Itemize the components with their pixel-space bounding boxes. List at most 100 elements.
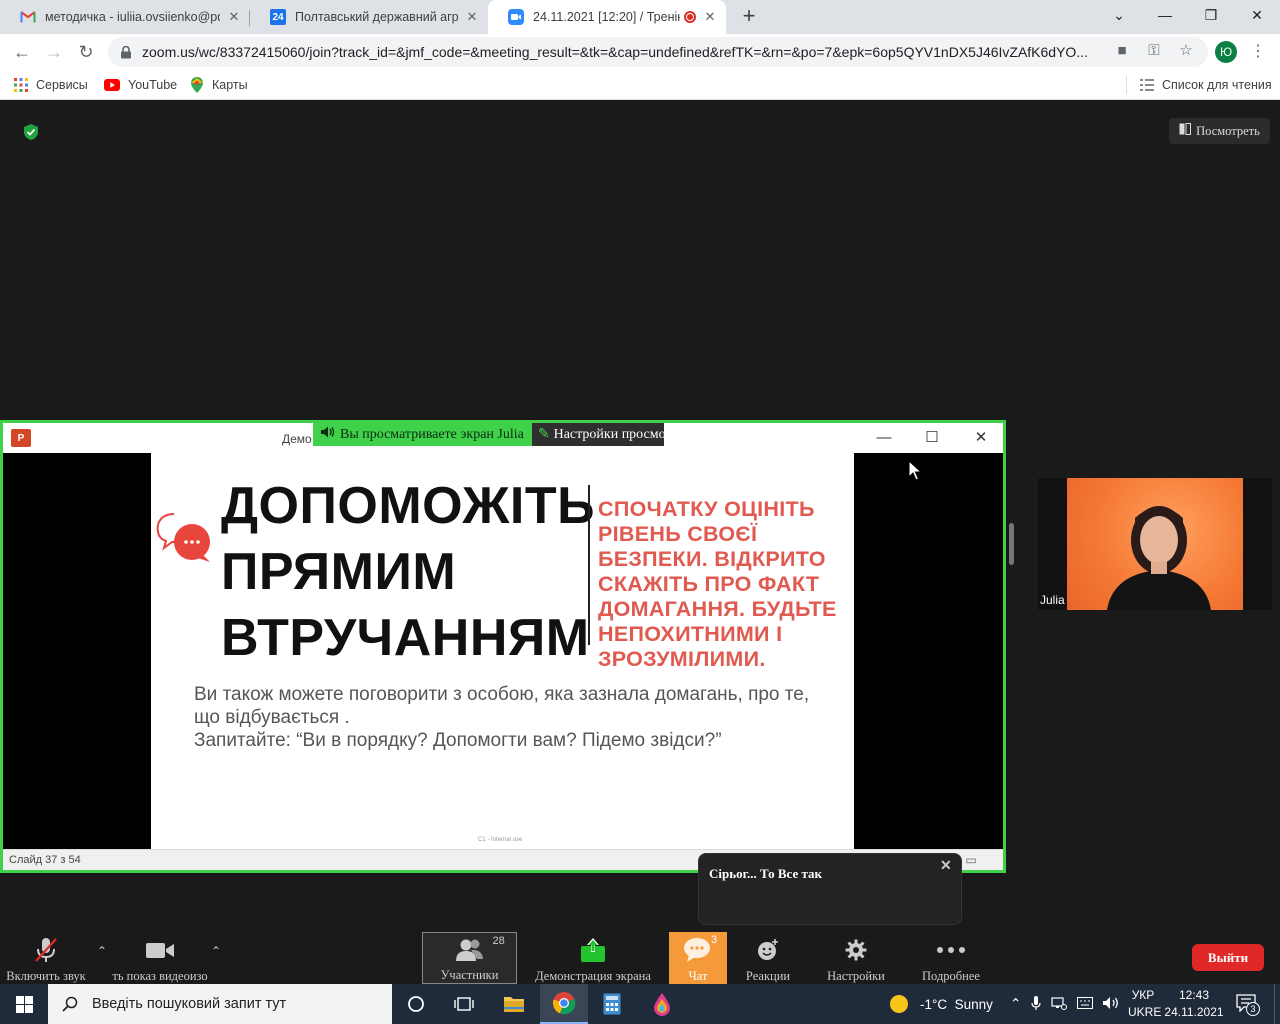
viewing-screen-indicator: Вы просматриваете экран Julia (313, 423, 532, 446)
close-icon[interactable]: ✕ (464, 9, 480, 25)
speaker-icon (321, 426, 335, 443)
show-desktop-strip[interactable] (1274, 984, 1280, 1024)
participants-label: Участники (440, 968, 499, 982)
reload-button[interactable]: ↻ (73, 39, 99, 65)
bookmark-youtube[interactable]: YouTube (104, 76, 177, 94)
powerpoint-icon: P (11, 429, 31, 447)
ppt-document-title: Демо (282, 432, 312, 446)
recording-icon (684, 11, 696, 23)
view-options-button[interactable]: ✎ Настройки просмотра (531, 423, 664, 446)
reading-list-button[interactable]: Список для чтения (1140, 76, 1272, 94)
tab-university[interactable]: 24 Полтавський державний аграр ✕ (250, 0, 488, 34)
participant-name: Julia (1040, 593, 1065, 607)
task-view-icon[interactable] (440, 984, 488, 1024)
leave-meeting-button[interactable]: Выйти (1192, 944, 1264, 971)
ppt-close-button: ✕ (974, 429, 988, 446)
slideshow-icon: ▭ (965, 853, 977, 867)
close-icon[interactable]: ✕ (702, 9, 718, 25)
chrome-taskbar-icon[interactable] (540, 984, 588, 1024)
reading-list-label: Список для чтения (1162, 78, 1272, 92)
key-icon[interactable]: ⚿ (1144, 40, 1164, 60)
audio-options-caret-icon[interactable]: ⌃ (95, 944, 109, 958)
chat-notification[interactable]: Сірьог... То Все так ✕ (698, 853, 962, 925)
system-clock[interactable]: 12:43 24.11.2021 (1162, 987, 1226, 1021)
chat-unread-count: 3 (711, 934, 718, 946)
participant-video-tile[interactable]: Julia (1038, 478, 1272, 610)
reactions-button[interactable]: Реакции (740, 932, 796, 984)
video-options-caret-icon[interactable]: ⌃ (209, 944, 223, 958)
tab-title: методичка - iuliia.ovsiienko@pd (45, 10, 220, 24)
file-explorer-icon[interactable] (490, 984, 538, 1024)
chat-notification-message: Сірьог... То Все так (709, 866, 823, 881)
participants-count: 28 (492, 935, 505, 947)
windows-start-button[interactable] (0, 984, 48, 1024)
settings-label: Настройки (827, 969, 885, 983)
slide-body-text: Ви також можете поговорити з особою, яка… (194, 683, 834, 752)
chevron-up-icon[interactable]: ⌃ (1010, 996, 1021, 1012)
share-screen-label: Демонстрация экрана (535, 969, 651, 983)
unmute-button[interactable]: Включить звук (4, 932, 88, 984)
keyboard-layout-icon[interactable] (1077, 996, 1094, 1012)
close-icon[interactable]: ✕ (940, 858, 952, 875)
address-bar[interactable]: zoom.us/wc/83372415060/join?track_id=&jm… (108, 37, 1208, 67)
slide-body-line: Ви також можете поговорити з особою, яка… (194, 684, 810, 728)
notification-count: 3 (1246, 1002, 1260, 1016)
url-text: zoom.us/wc/83372415060/join?track_id=&jm… (142, 44, 1088, 60)
view-layout-icon (1179, 123, 1192, 139)
tab-gmail[interactable]: методичка - iuliia.ovsiienko@pd ✕ (0, 0, 250, 34)
shared-screen: P Демо — ☐ ✕ Вы просматриваете экран Jul… (0, 420, 1006, 873)
close-icon[interactable]: ✕ (226, 9, 242, 25)
participants-button[interactable]: 28 Участники (422, 932, 517, 984)
slide-divider (588, 485, 590, 645)
forward-button[interactable]: → (41, 39, 67, 65)
keyboard-code: UKRE (1128, 1005, 1162, 1019)
close-window-button[interactable]: ✕ (1234, 0, 1280, 30)
paint-drop-icon[interactable] (638, 984, 686, 1024)
weather-widget[interactable]: -1°C Sunny (890, 984, 993, 1024)
minimize-button[interactable]: — (1142, 0, 1188, 30)
sun-icon (890, 995, 908, 1013)
gear-icon (845, 936, 867, 964)
volume-icon[interactable] (1103, 996, 1121, 1013)
back-button[interactable]: ← (9, 39, 35, 65)
slide-footer: C1 - Internal use (478, 837, 523, 843)
notifications-button[interactable]: 3 (1236, 994, 1260, 1016)
start-video-button[interactable]: ть показ видеоизо (112, 932, 208, 984)
browser-toolbar: ← → ↻ zoom.us/wc/83372415060/join?track_… (0, 34, 1280, 70)
lock-icon (120, 45, 132, 59)
share-banner: Вы просматриваете экран Julia ✎ Настройк… (313, 423, 664, 446)
profile-avatar[interactable]: Ю (1215, 41, 1237, 63)
view-button[interactable]: Посмотреть (1169, 118, 1270, 144)
start-video-label: ть показ видеоизо (112, 969, 208, 983)
menu-icon[interactable]: ⋮ (1250, 40, 1266, 64)
settings-button[interactable]: Настройки (822, 932, 890, 984)
shield-icon[interactable] (22, 123, 40, 141)
bookmark-maps[interactable]: Карты (190, 76, 248, 94)
share-screen-button[interactable]: Демонстрация экрана (534, 932, 652, 984)
chevron-down-icon[interactable]: ⌄ (1096, 0, 1142, 30)
bookmark-apps[interactable]: Сервисы (14, 76, 88, 94)
restore-button[interactable]: ❐ (1188, 0, 1234, 30)
microphone-icon[interactable] (1031, 995, 1041, 1014)
view-button-label: Посмотреть (1196, 123, 1260, 138)
calculator-icon[interactable] (588, 984, 636, 1024)
tab-zoom-meeting[interactable]: 24.11.2021 [12:20] / Тренінг ✕ (488, 0, 726, 34)
chat-bubbles-icon (154, 510, 214, 566)
unmute-label: Включить звук (6, 969, 86, 983)
language-code: УКР (1131, 988, 1155, 1002)
youtube-icon (104, 79, 120, 91)
more-button[interactable]: Подробнее (918, 932, 984, 984)
apps-grid-icon (14, 78, 28, 92)
new-tab-button[interactable]: + (737, 4, 761, 28)
panel-resize-handle[interactable] (1009, 523, 1014, 565)
camera-blocked-icon[interactable]: ■ (1112, 40, 1132, 60)
pencil-icon: ✎ (537, 427, 550, 442)
chat-button[interactable]: 3 Чат (669, 932, 727, 984)
taskbar-search-box[interactable]: Введіть пошуковий запит тут (48, 984, 392, 1024)
bookmark-star-icon[interactable]: ☆ (1176, 40, 1196, 60)
input-language[interactable]: УКР UKRE (1128, 987, 1162, 1021)
slide-body-question: Запитайте: “Ви в порядку? Допомогти вам?… (194, 730, 722, 751)
network-icon[interactable] (1051, 996, 1068, 1013)
system-tray: ⌃ (1010, 984, 1121, 1024)
cortana-icon[interactable] (392, 984, 440, 1024)
